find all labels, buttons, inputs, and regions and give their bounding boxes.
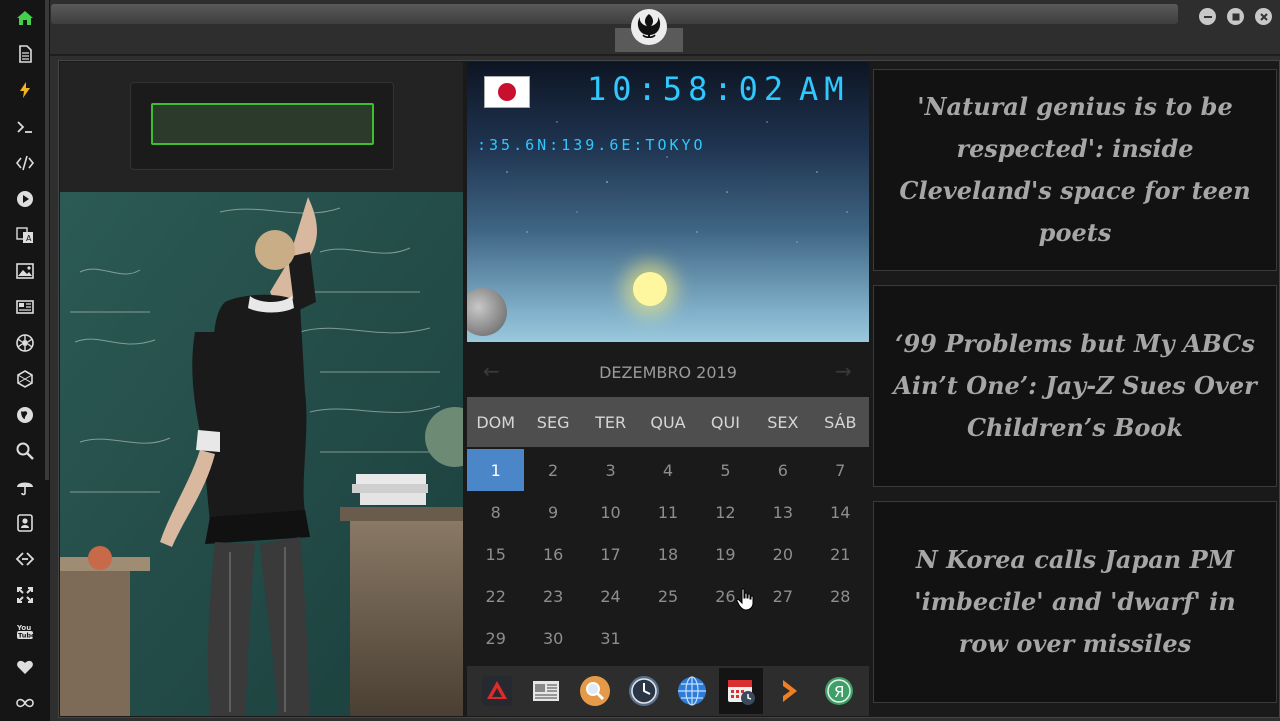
calendar-day[interactable]: 5 — [697, 449, 754, 491]
clock-app-icon[interactable] — [622, 668, 666, 714]
top-bar — [50, 0, 1280, 56]
calendar-days: 1 2 3 4 5 6 7 8 9 10 11 12 13 14 15 16 17 18 19 20 21 22 23 24 2… — [467, 449, 869, 659]
svg-text:Tube: Tube — [18, 632, 35, 640]
hexagon-icon[interactable] — [13, 367, 37, 391]
calendar-day[interactable]: 28 — [812, 575, 869, 617]
image-icon[interactable] — [13, 259, 37, 283]
arrow-app-icon[interactable] — [768, 668, 812, 714]
calendar-day[interactable]: 16 — [524, 533, 581, 575]
calendar-day[interactable]: 30 — [524, 617, 581, 659]
weekday-label: DOM — [476, 412, 516, 432]
calendar-day[interactable]: 20 — [754, 533, 811, 575]
calendar-day[interactable]: 2 — [524, 449, 581, 491]
newspaper-icon[interactable] — [13, 295, 37, 319]
calendar-day[interactable]: 29 — [467, 617, 524, 659]
sidebar: A You Tube — [0, 0, 50, 721]
address-bar[interactable] — [51, 4, 1178, 24]
calendar-widget: ← DEZEMBRO 2019 → DOM SEG TER QUA QUI SEX SÁB … — [467, 347, 869, 661]
calendar-day[interactable]: 7 — [812, 449, 869, 491]
contacts-icon[interactable] — [13, 511, 37, 535]
news-card[interactable]: ‘99 Problems but My ABCs Ain’t One’: Jay… — [873, 285, 1277, 487]
calendar-day[interactable]: 13 — [754, 491, 811, 533]
calendar-day[interactable]: 23 — [524, 575, 581, 617]
calendar-day[interactable]: 18 — [639, 533, 696, 575]
search-box — [130, 82, 394, 170]
search-icon[interactable] — [13, 439, 37, 463]
link-icon[interactable] — [13, 547, 37, 571]
calendar-app-icon[interactable] — [719, 668, 764, 714]
aperture-icon[interactable] — [13, 331, 37, 355]
infinity-icon[interactable] — [13, 691, 37, 715]
world-clock-widget: 10:58:02 AM :35.6N:139.6E:TOKYO — [467, 62, 869, 342]
calendar-weekdays: DOM SEG TER QUA QUI SEX SÁB — [467, 397, 869, 447]
next-month-icon[interactable]: → — [835, 359, 852, 383]
search-input[interactable] — [151, 103, 374, 145]
weekday-label: SÁB — [824, 412, 857, 432]
weekday-label: QUI — [710, 412, 740, 432]
calendar-day[interactable]: 25 — [639, 575, 696, 617]
translate-icon[interactable]: A — [13, 223, 37, 247]
calendar-day[interactable]: 11 — [639, 491, 696, 533]
calendar-day[interactable]: 19 — [697, 533, 754, 575]
svg-text:A: A — [26, 234, 32, 243]
star-field — [506, 121, 848, 243]
search-panel — [60, 62, 463, 192]
wallpaper-image — [60, 192, 463, 716]
weekday-label: SEG — [536, 412, 570, 432]
calendar-day[interactable]: 6 — [754, 449, 811, 491]
close-button[interactable] — [1255, 8, 1272, 25]
document-icon[interactable] — [13, 42, 37, 66]
youtube-icon[interactable]: You Tube — [13, 619, 37, 643]
calendar-day[interactable]: 24 — [582, 575, 639, 617]
hand-cursor-icon — [736, 588, 754, 611]
minimize-button[interactable] — [1199, 8, 1216, 25]
calendar-day[interactable]: 17 — [582, 533, 639, 575]
red-triangle-app-icon[interactable] — [475, 668, 519, 714]
news-app-icon[interactable] — [524, 668, 568, 714]
bolt-icon[interactable] — [13, 78, 37, 102]
sun-icon — [633, 272, 667, 306]
umbrella-icon[interactable] — [13, 475, 37, 499]
yandex-app-icon[interactable]: Я — [817, 668, 861, 714]
svg-text:Я: Я — [834, 683, 844, 701]
calendar-day[interactable]: 4 — [639, 449, 696, 491]
terminal-icon[interactable] — [13, 115, 37, 139]
app-dock: Я — [467, 666, 869, 716]
rebel-alliance-logo-icon[interactable] — [630, 8, 668, 46]
news-card[interactable]: 'Natural genius is to be respected': ins… — [873, 69, 1277, 271]
calendar-day[interactable]: 10 — [582, 491, 639, 533]
maximize-button[interactable] — [1227, 8, 1244, 25]
calendar-day[interactable]: 1 — [467, 449, 525, 491]
calendar-day[interactable]: 14 — [812, 491, 869, 533]
weekday-label: TER — [595, 412, 627, 432]
calendar-day[interactable]: 3 — [582, 449, 639, 491]
weekday-label: SEX — [767, 412, 799, 432]
calendar-day[interactable]: 21 — [812, 533, 869, 575]
globe-app-icon[interactable] — [670, 668, 714, 714]
desktop: { "clock": { "time": "10:58:02", "ampm":… — [0, 0, 1280, 721]
calendar-month-label: DEZEMBRO 2019 — [599, 362, 737, 382]
home-icon[interactable] — [13, 6, 37, 30]
news-card[interactable]: N Korea calls Japan PM 'imbecile' and 'd… — [873, 501, 1277, 703]
heart-icon[interactable] — [13, 655, 37, 679]
calendar-day[interactable]: 22 — [467, 575, 524, 617]
search-app-icon[interactable] — [573, 668, 617, 714]
calendar-day[interactable]: 15 — [467, 533, 524, 575]
calendar-day[interactable]: 8 — [467, 491, 524, 533]
calendar-day[interactable]: 9 — [524, 491, 581, 533]
code-icon[interactable] — [13, 151, 37, 175]
weekday-label: QUA — [650, 412, 686, 432]
expand-icon[interactable] — [13, 583, 37, 607]
calendar-day[interactable]: 31 — [582, 617, 639, 659]
calendar-day[interactable]: 12 — [697, 491, 754, 533]
globe-icon[interactable] — [13, 403, 37, 427]
sidebar-scrollbar[interactable] — [45, 0, 49, 480]
play-icon[interactable] — [13, 187, 37, 211]
calendar-day[interactable]: 27 — [754, 575, 811, 617]
